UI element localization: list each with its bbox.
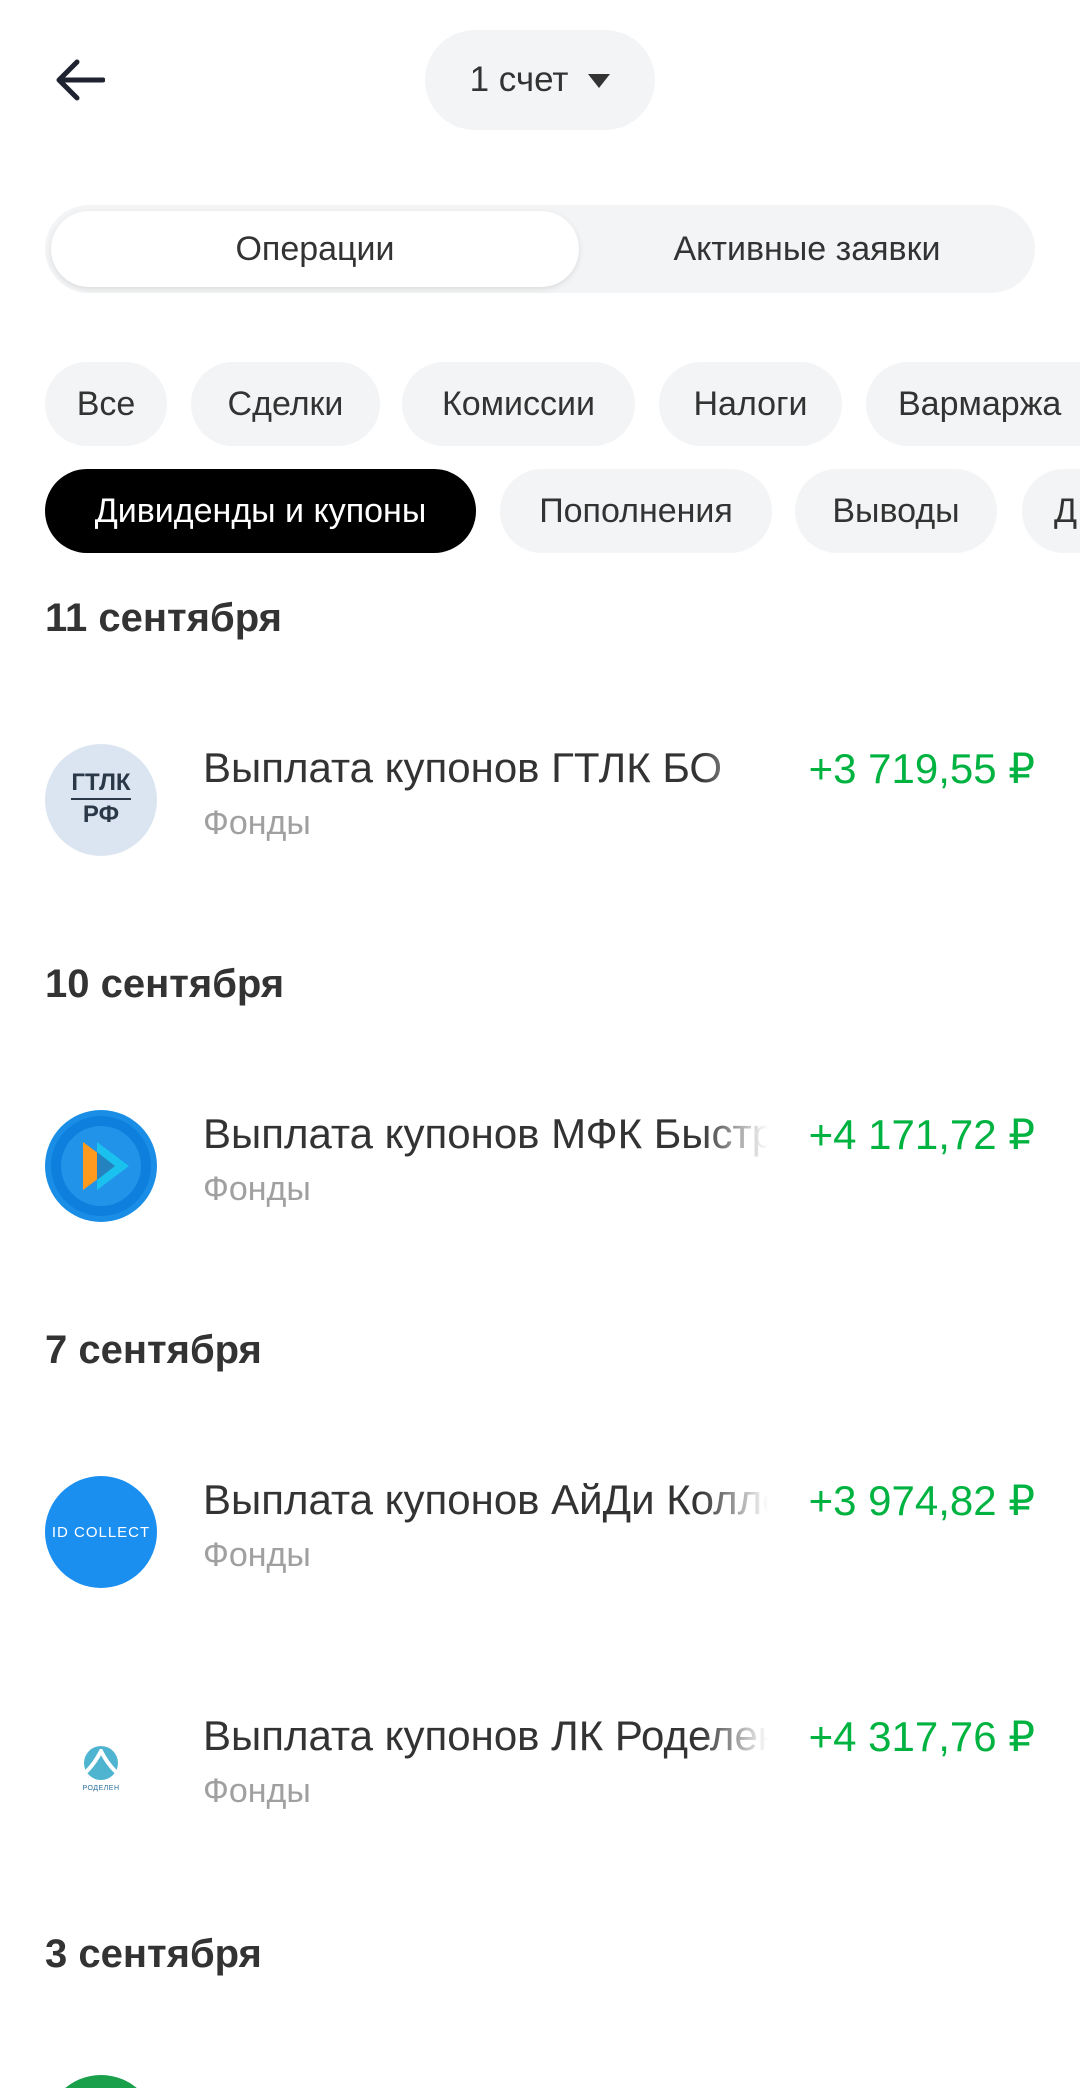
operation-logo [45,2075,157,2088]
rodelen-logo: РОДЕЛЕН [45,1712,157,1824]
filter-chip-taxes[interactable]: Налоги [659,362,842,446]
operation-category: Фонды [203,804,311,842]
operation-amount: +3 719,55 ₽ [808,745,1035,792]
date-header: 10 сентября [45,962,285,1006]
play-logo-icon [45,1110,157,1222]
top-bar: 1 счет [0,0,1080,160]
filter-chip-more[interactable]: Д [1022,469,1080,553]
filter-chip-dividends-coupons[interactable]: Дивиденды и купоны [45,469,476,553]
filter-chip-deals[interactable]: Сделки [191,362,380,446]
filter-chip-variation-margin[interactable]: Вармаржа [866,362,1080,446]
date-header: 11 сентября [45,596,282,640]
operation-category: Фонды [203,1536,311,1574]
id-collect-logo-text: ID COLLECT [51,1523,151,1541]
operation-title: Выплата купонов ЛК Роделен [203,1712,768,1759]
date-header: 7 сентября [45,1328,262,1372]
id-collect-logo: ID COLLECT [45,1476,157,1588]
operation-row[interactable]: РОДЕЛЕН Выплата купонов ЛК Роделен Фонды… [0,1698,1080,1838]
operation-category: Фонды [203,1772,311,1810]
arrow-left-icon [56,59,105,101]
caret-down-icon [588,74,611,88]
operations-tabs: Операции Активные заявки [45,205,1035,293]
operation-row[interactable]: ID COLLECT Выплата купонов АйДи Коллект … [0,1462,1080,1602]
tab-operations[interactable]: Операции [51,211,579,287]
gtlk-logo-subtext: РФ [82,801,120,828]
account-selector[interactable]: 1 счет [425,30,655,130]
filter-chip-deposits[interactable]: Пополнения [500,469,772,553]
tab-active-orders[interactable]: Активные заявки [585,211,1029,287]
operation-amount: +3 974,82 ₽ [808,1477,1035,1524]
gtlk-logo: ГТЛК РФ [45,744,157,856]
operation-row[interactable]: Выплата купонов МФК Быстроденьги Фонды +… [0,1096,1080,1236]
operation-title: Выплата купонов АйДи Коллект [203,1476,768,1523]
operation-row[interactable]: ГТЛК РФ Выплата купонов ГТЛК БО Фонды +3… [0,730,1080,870]
account-selector-label: 1 счет [469,60,569,99]
filter-chip-withdrawals[interactable]: Выводы [795,469,997,553]
rodelen-logo-mark [84,1745,118,1780]
back-button[interactable] [40,40,120,120]
gtlk-logo-text: ГТЛК [71,770,131,800]
operation-title: Выплата купонов ГТЛК БО [203,744,723,791]
filter-chip-all[interactable]: Все [45,362,167,446]
operation-category: Фонды [203,1170,311,1208]
operation-amount: +4 317,76 ₽ [808,1713,1035,1760]
operation-title: Выплата купонов МФК Быстроденьги [203,1110,768,1157]
rodelen-logo-text: РОДЕЛЕН [82,1784,120,1792]
filter-chip-commissions[interactable]: Комиссии [402,362,635,446]
operation-amount: +4 171,72 ₽ [808,1111,1035,1158]
date-header: 3 сентября [45,1932,262,1976]
